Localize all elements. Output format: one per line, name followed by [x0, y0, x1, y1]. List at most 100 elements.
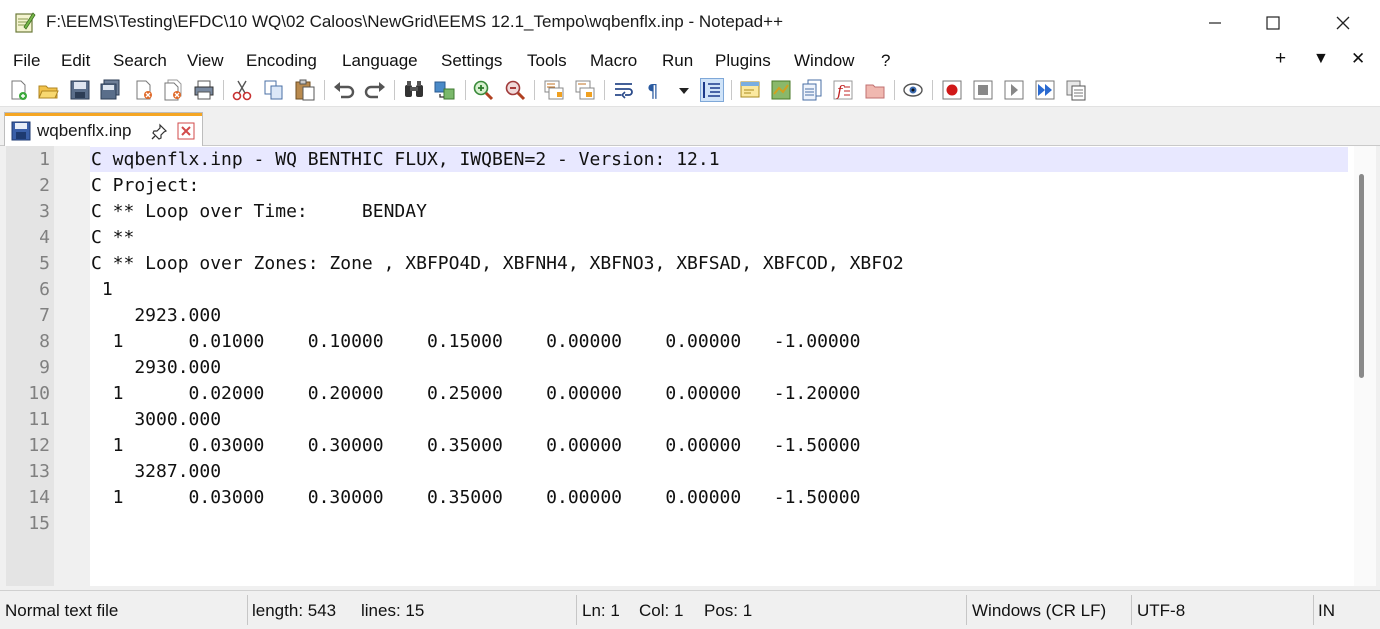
- sync-horizontal-icon[interactable]: [574, 79, 596, 101]
- user-defined-language-icon[interactable]: [739, 79, 761, 101]
- status-position: Pos: 1: [704, 601, 753, 620]
- add-icon[interactable]: +: [1275, 48, 1286, 70]
- menu-run[interactable]: Run: [662, 51, 693, 71]
- line-number: 7: [39, 305, 50, 326]
- close-window-button[interactable]: [1314, 0, 1372, 46]
- status-divider: [576, 595, 577, 625]
- menu-edit[interactable]: Edit: [61, 51, 90, 71]
- status-divider: [966, 595, 967, 625]
- maximize-button[interactable]: [1244, 0, 1302, 46]
- close-tab-icon[interactable]: [177, 122, 195, 140]
- new-file-icon[interactable]: [8, 79, 30, 101]
- replace-icon[interactable]: [434, 79, 456, 101]
- scrollbar-thumb[interactable]: [1359, 174, 1364, 378]
- text-editor[interactable]: 1 C wqbenflx.inp - WQ BENTHIC FLUX, IWQBE…: [6, 146, 1376, 586]
- zoom-in-icon[interactable]: [472, 79, 494, 101]
- save-all-icon[interactable]: [99, 79, 121, 101]
- function-list-icon[interactable]: f: [832, 79, 854, 101]
- line-text[interactable]: C **: [91, 225, 134, 251]
- line-text[interactable]: C ** Loop over Time: BENDAY: [91, 199, 427, 225]
- menu-view[interactable]: View: [187, 51, 224, 71]
- indent-guide-icon[interactable]: [700, 78, 724, 102]
- sync-vertical-icon[interactable]: [543, 79, 565, 101]
- line-number: 13: [28, 461, 50, 482]
- line-number: 15: [28, 513, 50, 534]
- menu-window[interactable]: Window: [794, 51, 854, 71]
- line-text[interactable]: C wqbenflx.inp - WQ BENTHIC FLUX, IWQBEN…: [91, 147, 720, 173]
- status-eol[interactable]: Windows (CR LF): [972, 601, 1106, 621]
- show-all-characters-icon[interactable]: ¶: [644, 79, 666, 101]
- line-text[interactable]: 1: [91, 277, 113, 303]
- line-text[interactable]: 1 0.03000 0.30000 0.35000 0.00000 0.0000…: [91, 485, 861, 511]
- folder-as-workspace-icon[interactable]: [864, 79, 886, 101]
- menu-search[interactable]: Search: [113, 51, 167, 71]
- record-macro-icon[interactable]: [941, 79, 963, 101]
- cut-icon[interactable]: [231, 79, 253, 101]
- menu-macro[interactable]: Macro: [590, 51, 637, 71]
- tab-wqbenflx[interactable]: wqbenflx.inp: [4, 112, 203, 146]
- pin-icon[interactable]: [150, 123, 168, 141]
- line-text[interactable]: C Project:: [91, 173, 199, 199]
- play-macro-icon[interactable]: [1003, 79, 1025, 101]
- status-file-type: Normal text file: [5, 601, 119, 620]
- status-encoding[interactable]: UTF-8: [1137, 601, 1185, 621]
- menu-settings[interactable]: Settings: [441, 51, 502, 71]
- run-macro-multiple-icon[interactable]: [1034, 79, 1056, 101]
- status-lines: lines: 15: [361, 601, 425, 620]
- line-number: 6: [39, 279, 50, 300]
- status-insert-mode[interactable]: IN: [1318, 601, 1335, 621]
- list-dropdown-icon[interactable]: ▼: [1313, 50, 1329, 68]
- save-macro-icon[interactable]: [1065, 79, 1087, 101]
- document-list-icon[interactable]: [801, 79, 823, 101]
- print-icon[interactable]: [193, 79, 215, 101]
- code-line: 5 C ** Loop over Zones: Zone , XBFPO4D, X…: [6, 251, 1346, 277]
- menu-help[interactable]: ?: [881, 51, 890, 71]
- tab-bar: wqbenflx.inp: [0, 107, 1380, 146]
- redo-icon[interactable]: [364, 79, 386, 101]
- status-length: length: 543: [252, 601, 337, 620]
- menu-encoding[interactable]: Encoding: [246, 51, 317, 71]
- line-text[interactable]: 2930.000: [91, 355, 221, 381]
- document-map-icon[interactable]: [770, 79, 792, 101]
- dropdown-icon[interactable]: [673, 79, 695, 101]
- line-text[interactable]: 3000.000: [91, 407, 221, 433]
- line-text[interactable]: 1 0.02000 0.20000 0.25000 0.00000 0.0000…: [91, 381, 861, 407]
- zoom-out-icon[interactable]: [504, 79, 526, 101]
- close-document-icon[interactable]: ✕: [1351, 49, 1365, 69]
- line-text[interactable]: 1 0.01000 0.10000 0.15000 0.00000 0.0000…: [91, 329, 861, 355]
- undo-icon[interactable]: [333, 79, 355, 101]
- status-bar: Normal text file length: 543 lines: 15 L…: [0, 590, 1380, 629]
- toolbar-separator: [932, 80, 933, 100]
- line-text[interactable]: 2923.000: [91, 303, 221, 329]
- menu-tools[interactable]: Tools: [527, 51, 567, 71]
- minimize-icon: [1209, 22, 1221, 24]
- stop-macro-icon[interactable]: [972, 79, 994, 101]
- line-text[interactable]: 3287.000: [91, 459, 221, 485]
- code-line: 1 C wqbenflx.inp - WQ BENTHIC FLUX, IWQBE…: [6, 147, 1346, 173]
- minimize-button[interactable]: [1186, 0, 1244, 46]
- code-line: 8 1 0.01000 0.10000 0.15000 0.00000 0.00…: [6, 329, 1346, 355]
- toolbar-separator: [223, 80, 224, 100]
- menu-plugins[interactable]: Plugins: [715, 51, 771, 71]
- line-text[interactable]: C ** Loop over Zones: Zone , XBFPO4D, XB…: [91, 251, 904, 277]
- paste-icon[interactable]: [294, 79, 316, 101]
- save-icon[interactable]: [69, 79, 91, 101]
- menu-language[interactable]: Language: [342, 51, 418, 71]
- close-all-icon[interactable]: [162, 79, 184, 101]
- line-text[interactable]: 1 0.03000 0.30000 0.35000 0.00000 0.0000…: [91, 433, 861, 459]
- vertical-scrollbar[interactable]: [1354, 146, 1376, 586]
- menu-file[interactable]: File: [13, 51, 40, 71]
- find-icon[interactable]: [403, 79, 425, 101]
- toolbar-separator: [604, 80, 605, 100]
- line-number: 4: [39, 227, 50, 248]
- code-line: 11 3000.000: [6, 407, 1346, 433]
- open-file-icon[interactable]: [37, 79, 59, 101]
- toolbar-separator: [465, 80, 466, 100]
- copy-icon[interactable]: [263, 79, 285, 101]
- line-number: 3: [39, 201, 50, 222]
- close-file-icon[interactable]: [133, 79, 155, 101]
- line-number: 2: [39, 175, 50, 196]
- notepad-plus-plus-icon: [15, 12, 36, 33]
- word-wrap-icon[interactable]: [613, 79, 635, 101]
- monitoring-icon[interactable]: [902, 79, 924, 101]
